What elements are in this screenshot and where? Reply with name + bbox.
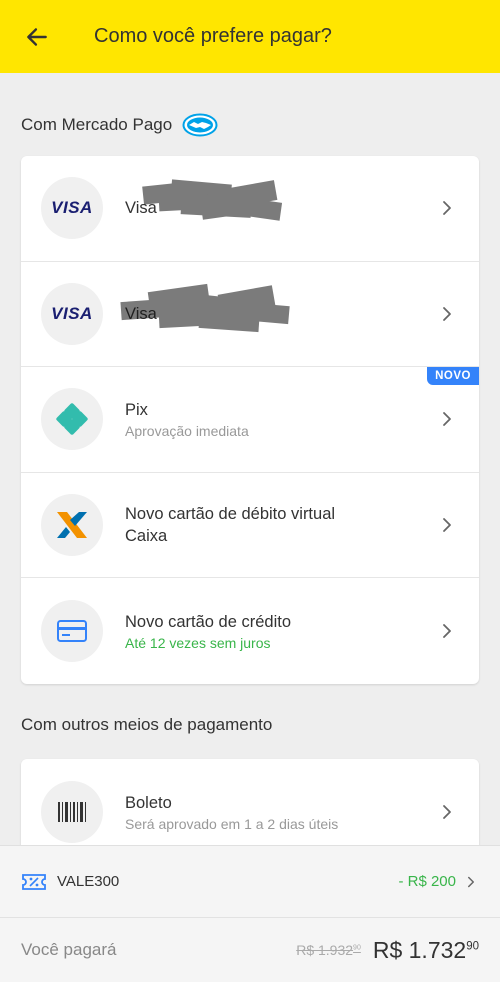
section-title-text: Com outros meios de pagamento bbox=[21, 715, 273, 734]
new-badge: NOVO bbox=[427, 367, 479, 385]
chevron-right-icon bbox=[443, 517, 451, 532]
chevron-right-icon bbox=[443, 623, 451, 638]
option-title: Boleto bbox=[125, 793, 172, 812]
option-subtitle: Será aprovado em 1 a 2 dias úteis bbox=[125, 815, 339, 832]
credit-card-icon bbox=[57, 619, 87, 642]
chevron-right-icon bbox=[443, 412, 451, 427]
option-subtitle: Aprovação imediata bbox=[125, 423, 249, 440]
barcode-icon bbox=[58, 801, 86, 822]
original-price: R$ 1.93290 bbox=[296, 942, 361, 958]
pix-icon bbox=[56, 403, 88, 435]
checkout-footer: VALE300 - R$ 200 Você pagará R$ 1.93290 … bbox=[0, 845, 500, 982]
original-price-integer: R$ 1.932 bbox=[296, 942, 354, 958]
chevron-right-icon bbox=[443, 201, 451, 216]
payment-option-new-credit-card[interactable]: Novo cartão de crédito Até 12 vezes sem … bbox=[21, 578, 479, 684]
payment-option-boleto[interactable]: Boleto Será aprovado em 1 a 2 dias úteis bbox=[21, 759, 479, 845]
section-other-methods-title: Com outros meios de pagamento bbox=[21, 715, 272, 735]
redaction-scribble bbox=[120, 283, 290, 332]
chevron-right-icon bbox=[443, 306, 451, 321]
original-price-cents: 90 bbox=[353, 944, 361, 952]
arrow-left-icon bbox=[27, 27, 47, 46]
redaction-scribble bbox=[142, 179, 283, 221]
coupon-code: VALE300 bbox=[57, 873, 120, 890]
coupon-discount: - R$ 200 bbox=[398, 873, 456, 890]
option-title-line1: Novo cartão de débito virtual bbox=[125, 504, 336, 523]
chevron-right-icon bbox=[468, 876, 474, 887]
chevron-right-icon bbox=[443, 804, 451, 819]
option-title: Novo cartão de crédito bbox=[125, 612, 292, 631]
final-price-integer: R$ 1.732 bbox=[372, 936, 467, 963]
payment-option-pix[interactable]: NOVO Pix Aprovação imediata bbox=[21, 367, 479, 473]
caixa-logo-icon bbox=[57, 511, 87, 538]
total-row: Você pagará R$ 1.93290 R$ 1.73290 bbox=[0, 918, 500, 982]
saved-card-visa-2[interactable]: VISA Visa bbox=[21, 262, 479, 367]
section-mercado-pago-title: Com Mercado Pago bbox=[21, 113, 218, 137]
final-price: R$ 1.73290 bbox=[373, 937, 479, 964]
page-title: Como você prefere pagar? bbox=[94, 25, 332, 47]
final-price-cents: 90 bbox=[466, 939, 479, 952]
section-title-text: Com Mercado Pago bbox=[21, 115, 173, 134]
mercado-pago-card-group: VISA Visa VISA NOVO Pix Aprovação imedia… bbox=[21, 156, 479, 684]
other-methods-card-group: Boleto Será aprovado em 1 a 2 dias úteis bbox=[21, 759, 479, 845]
mercado-pago-logo-icon bbox=[182, 113, 218, 137]
payment-methods-list: Com Mercado Pago VISA Visa VISA NOVO Pix… bbox=[0, 73, 500, 845]
option-title: Pix bbox=[125, 401, 148, 420]
top-bar: Como você prefere pagar? bbox=[0, 0, 500, 73]
option-title-line2: Caixa bbox=[125, 526, 168, 545]
payment-option-caixa-debit[interactable]: Novo cartão de débito virtual Caixa bbox=[21, 473, 479, 578]
saved-card-visa-1[interactable]: VISA Visa bbox=[21, 156, 479, 262]
coupon-icon bbox=[22, 873, 46, 890]
visa-logo-icon: VISA bbox=[41, 282, 103, 345]
visa-logo-icon: VISA bbox=[41, 177, 103, 240]
option-subtitle: Até 12 vezes sem juros bbox=[125, 634, 271, 651]
coupon-row[interactable]: VALE300 - R$ 200 bbox=[0, 846, 500, 918]
you-will-pay-label: Você pagará bbox=[21, 940, 117, 959]
back-button[interactable] bbox=[0, 0, 74, 73]
